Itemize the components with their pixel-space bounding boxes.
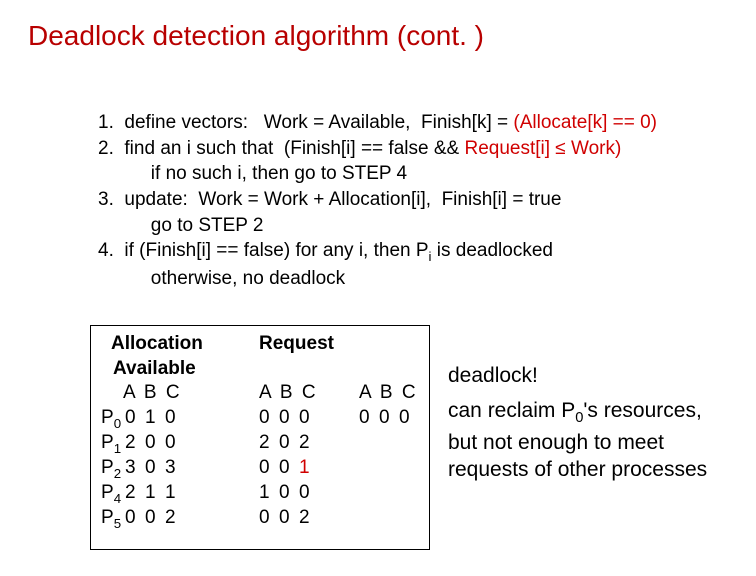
cell: 0 bbox=[125, 506, 145, 531]
step-3a: 3. update: Work = Work + Allocation[i], … bbox=[98, 187, 657, 213]
cell: 2 bbox=[165, 506, 185, 531]
cell: 0 bbox=[145, 431, 165, 456]
process-label: P1 bbox=[101, 431, 125, 457]
slide-title: Deadlock detection algorithm (cont. ) bbox=[28, 20, 484, 52]
request-cells: 202 bbox=[259, 431, 339, 456]
cell: 0 bbox=[299, 406, 319, 431]
step-4a: 4. if (Finish[i] == false) for any i, th… bbox=[98, 238, 657, 266]
header-available: Available bbox=[113, 357, 196, 382]
step-4-text2: is deadlocked bbox=[432, 240, 553, 261]
alloc-cells: 303 bbox=[125, 456, 217, 481]
abc-avail: A B C bbox=[359, 381, 418, 406]
step-1-red: (Allocate[k] == 0) bbox=[513, 112, 657, 133]
process-label: P5 bbox=[101, 506, 125, 532]
step-2b: if no such i, then go to STEP 4 bbox=[98, 161, 657, 187]
cell: 1 bbox=[145, 481, 165, 506]
step-2-text: 2. find an i such that (Finish[i] == fal… bbox=[98, 138, 464, 159]
alloc-cells: 002 bbox=[125, 506, 217, 531]
cell: 0 bbox=[259, 456, 279, 481]
table-row: P0010000000 bbox=[101, 406, 419, 431]
cell: 3 bbox=[165, 456, 185, 481]
step-2-red1: Request[i] bbox=[464, 138, 555, 159]
cell: 0 bbox=[379, 406, 399, 431]
data-rows: P0010000000P1200202P2303001P4211100P5002… bbox=[101, 406, 419, 531]
cell: 2 bbox=[299, 431, 319, 456]
deadlock-label: deadlock! bbox=[448, 362, 728, 389]
cell: 0 bbox=[359, 406, 379, 431]
table-row: P2303001 bbox=[101, 456, 419, 481]
step-2-red2: Work) bbox=[566, 138, 622, 159]
cell: 0 bbox=[279, 431, 299, 456]
step-4b: otherwise, no deadlock bbox=[98, 266, 657, 292]
cell: 0 bbox=[145, 456, 165, 481]
request-cells: 000 bbox=[259, 406, 339, 431]
step-2-le: ≤ bbox=[555, 138, 565, 159]
cell: 0 bbox=[165, 406, 185, 431]
step-2a: 2. find an i such that (Finish[i] == fal… bbox=[98, 136, 657, 162]
cell: 0 bbox=[259, 406, 279, 431]
cell: 2 bbox=[125, 481, 145, 506]
cell: 0 bbox=[125, 406, 145, 431]
cell: 2 bbox=[125, 431, 145, 456]
cell: 0 bbox=[165, 431, 185, 456]
abc-req: A B C bbox=[259, 381, 339, 406]
comm-1: can reclaim P bbox=[448, 399, 575, 422]
header-allocation: Allocation bbox=[111, 332, 217, 357]
cell: 0 bbox=[259, 506, 279, 531]
cell: 3 bbox=[125, 456, 145, 481]
step-4-text: 4. if (Finish[i] == false) for any i, th… bbox=[98, 240, 429, 261]
alloc-cells: 211 bbox=[125, 481, 217, 506]
cell: 1 bbox=[259, 481, 279, 506]
table-row: P1200202 bbox=[101, 431, 419, 456]
cell: 0 bbox=[299, 481, 319, 506]
cell: 0 bbox=[279, 456, 299, 481]
cell: 0 bbox=[279, 506, 299, 531]
algorithm-steps: 1. define vectors: Work = Available, Fin… bbox=[98, 110, 657, 292]
alloc-cells: 010 bbox=[125, 406, 217, 431]
cell: 0 bbox=[145, 506, 165, 531]
request-cells: 001 bbox=[259, 456, 339, 481]
alloc-cells: 200 bbox=[125, 431, 217, 456]
step-1-text: 1. define vectors: Work = Available, Fin… bbox=[98, 112, 513, 133]
cell: 1 bbox=[165, 481, 185, 506]
cell: 0 bbox=[279, 481, 299, 506]
request-cells: 002 bbox=[259, 506, 339, 531]
avail-cells: 000 bbox=[359, 406, 419, 431]
side-commentary: deadlock! can reclaim P0's resources, bu… bbox=[448, 362, 728, 483]
process-label: P4 bbox=[101, 481, 125, 507]
step-3b: go to STEP 2 bbox=[98, 213, 657, 239]
cell: 0 bbox=[279, 406, 299, 431]
header-request: Request bbox=[259, 332, 334, 357]
cell: 1 bbox=[299, 456, 319, 481]
resource-table: Allocation Request Available A B C A B C… bbox=[90, 325, 430, 550]
cell: 2 bbox=[299, 506, 319, 531]
table-row: P5002002 bbox=[101, 506, 419, 531]
step-1: 1. define vectors: Work = Available, Fin… bbox=[98, 110, 657, 136]
process-label: P2 bbox=[101, 456, 125, 482]
commentary-text: can reclaim P0's resources, but not enou… bbox=[448, 397, 728, 483]
request-cells: 100 bbox=[259, 481, 339, 506]
process-label: P0 bbox=[101, 406, 125, 432]
abc-alloc: A B C bbox=[123, 381, 217, 406]
table-row: P4211100 bbox=[101, 481, 419, 506]
cell: 1 bbox=[145, 406, 165, 431]
cell: 0 bbox=[399, 406, 419, 431]
cell: 2 bbox=[259, 431, 279, 456]
